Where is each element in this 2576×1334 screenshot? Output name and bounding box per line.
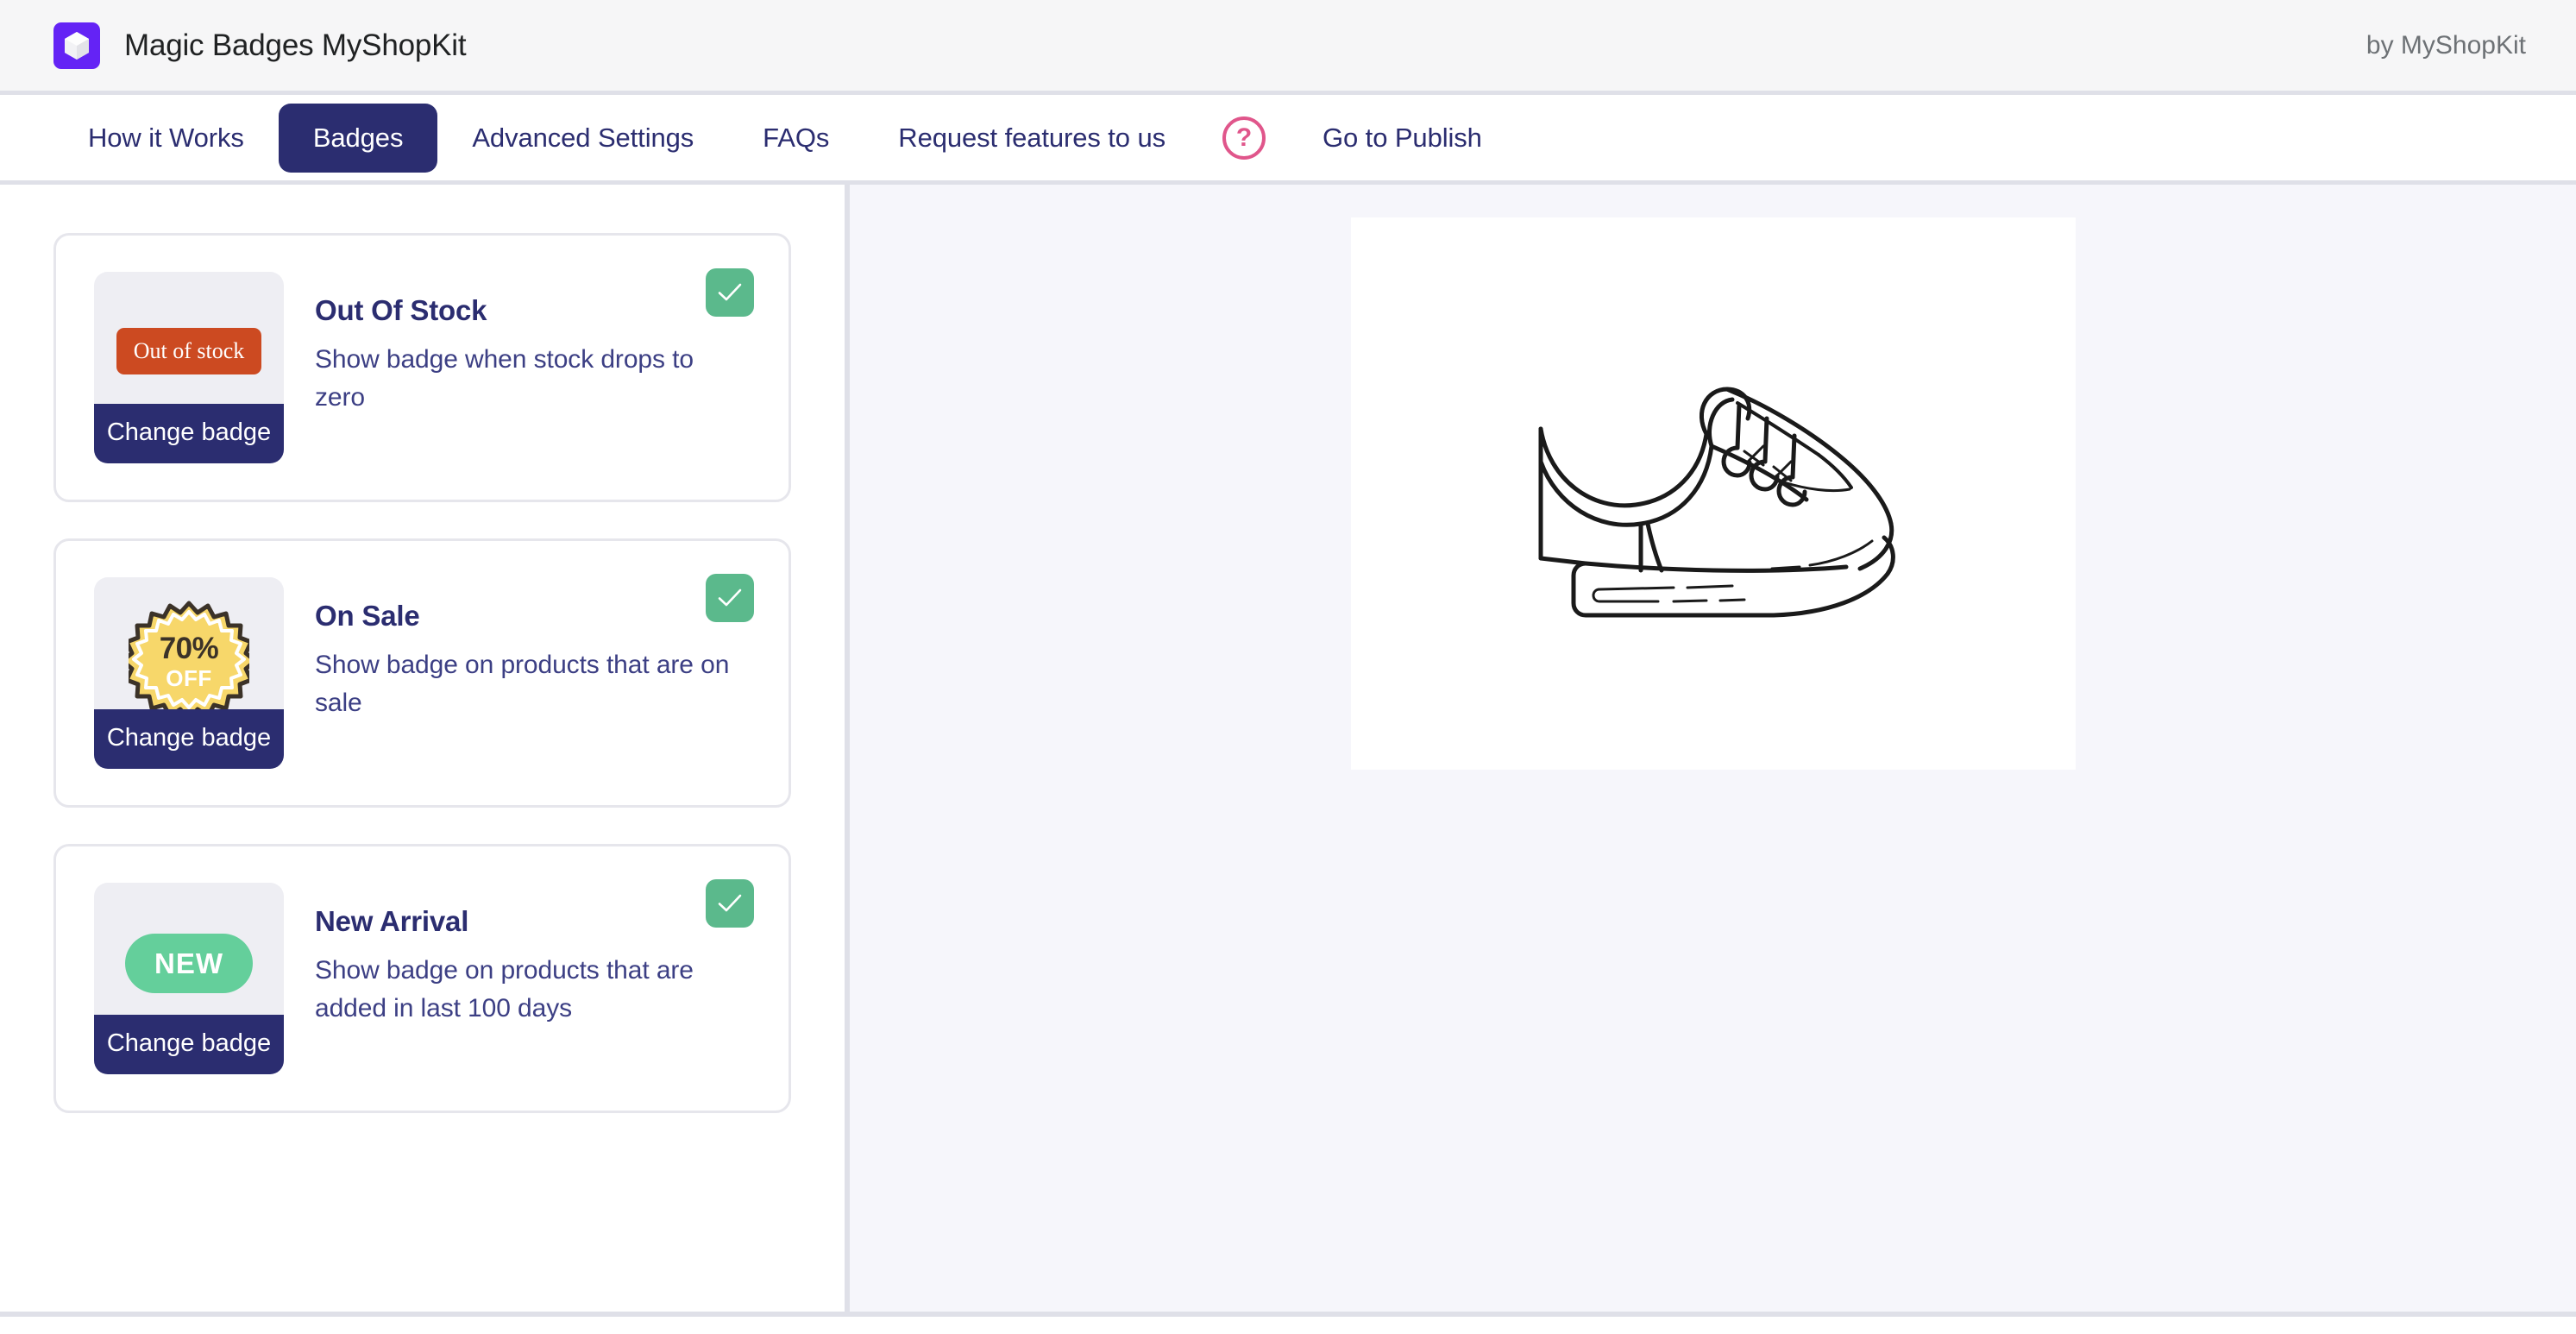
product-preview-canvas (1350, 217, 2076, 770)
tab-how-it-works[interactable]: How it Works (53, 104, 279, 173)
badge-description: Show badge on products that are on sale (315, 651, 730, 718)
sale-text: 70% OFF (160, 633, 219, 689)
bottom-strip (0, 1317, 2576, 1334)
main-nav: How it Works Badges Advanced Settings FA… (0, 95, 2576, 185)
badge-card-text: On Sale Show badge on products that are … (315, 577, 751, 722)
change-badge-button[interactable]: Change badge (94, 709, 284, 769)
check-icon (718, 588, 742, 607)
new-arrival-badge-label: NEW (125, 933, 253, 993)
tab-advanced-settings[interactable]: Advanced Settings (437, 104, 728, 173)
sneaker-line-art-icon (1538, 387, 1895, 618)
badge-enabled-toggle[interactable] (706, 879, 754, 928)
badge-description: Show badge when stock drops to zero (315, 345, 694, 412)
tab-request-features[interactable]: Request features to us (864, 104, 1200, 173)
badge-thumbnail-out-of-stock[interactable]: Out of stock Change badge (94, 272, 284, 463)
preview-panel (850, 185, 2576, 1312)
badge-thumbnail-on-sale[interactable]: 70% OFF Change badge (94, 577, 284, 769)
badge-card-text: New Arrival Show badge on products that … (315, 883, 751, 1028)
badge-card-out-of-stock: Out of stock Change badge Out Of Stock S… (53, 233, 791, 502)
app-header: Magic Badges MyShopKit by MyShopKit (0, 0, 2576, 95)
sale-starburst-icon: 70% OFF (129, 601, 249, 721)
badge-title: Out Of Stock (315, 294, 487, 326)
sale-percent: 70% (159, 631, 219, 665)
out-of-stock-badge-label: Out of stock (116, 328, 262, 374)
badge-card-on-sale: 70% OFF Change badge On Sale Show badge … (53, 538, 791, 808)
badge-card-new-arrival: NEW Change badge New Arrival Show badge … (53, 844, 791, 1113)
change-badge-button[interactable]: Change badge (94, 1015, 284, 1074)
badge-title: New Arrival (315, 905, 469, 937)
help-icon[interactable]: ? (1222, 116, 1266, 160)
tab-faqs[interactable]: FAQs (728, 104, 864, 173)
change-badge-button[interactable]: Change badge (94, 404, 284, 463)
tab-badges[interactable]: Badges (278, 103, 438, 173)
badge-title: On Sale (315, 600, 420, 632)
badge-card-text: Out Of Stock Show badge when stock drops… (315, 272, 751, 417)
check-icon (718, 894, 742, 912)
cube-logo-icon (53, 22, 100, 69)
badge-list-panel: Out of stock Change badge Out Of Stock S… (0, 185, 850, 1312)
badge-thumbnail-new-arrival[interactable]: NEW Change badge (94, 883, 284, 1074)
body-split: Out of stock Change badge Out Of Stock S… (0, 185, 2576, 1317)
badge-enabled-toggle[interactable] (706, 268, 754, 317)
check-icon (718, 283, 742, 301)
badge-enabled-toggle[interactable] (706, 574, 754, 622)
badge-description: Show badge on products that are added in… (315, 956, 694, 1023)
sale-off-label: OFF (166, 664, 212, 691)
brand: Magic Badges MyShopKit (53, 22, 467, 69)
app-root: Magic Badges MyShopKit by MyShopKit How … (0, 0, 2576, 1334)
byline: by MyShopKit (2366, 30, 2526, 60)
page-title: Magic Badges MyShopKit (124, 28, 467, 62)
tab-go-to-publish[interactable]: Go to Publish (1288, 104, 1517, 173)
